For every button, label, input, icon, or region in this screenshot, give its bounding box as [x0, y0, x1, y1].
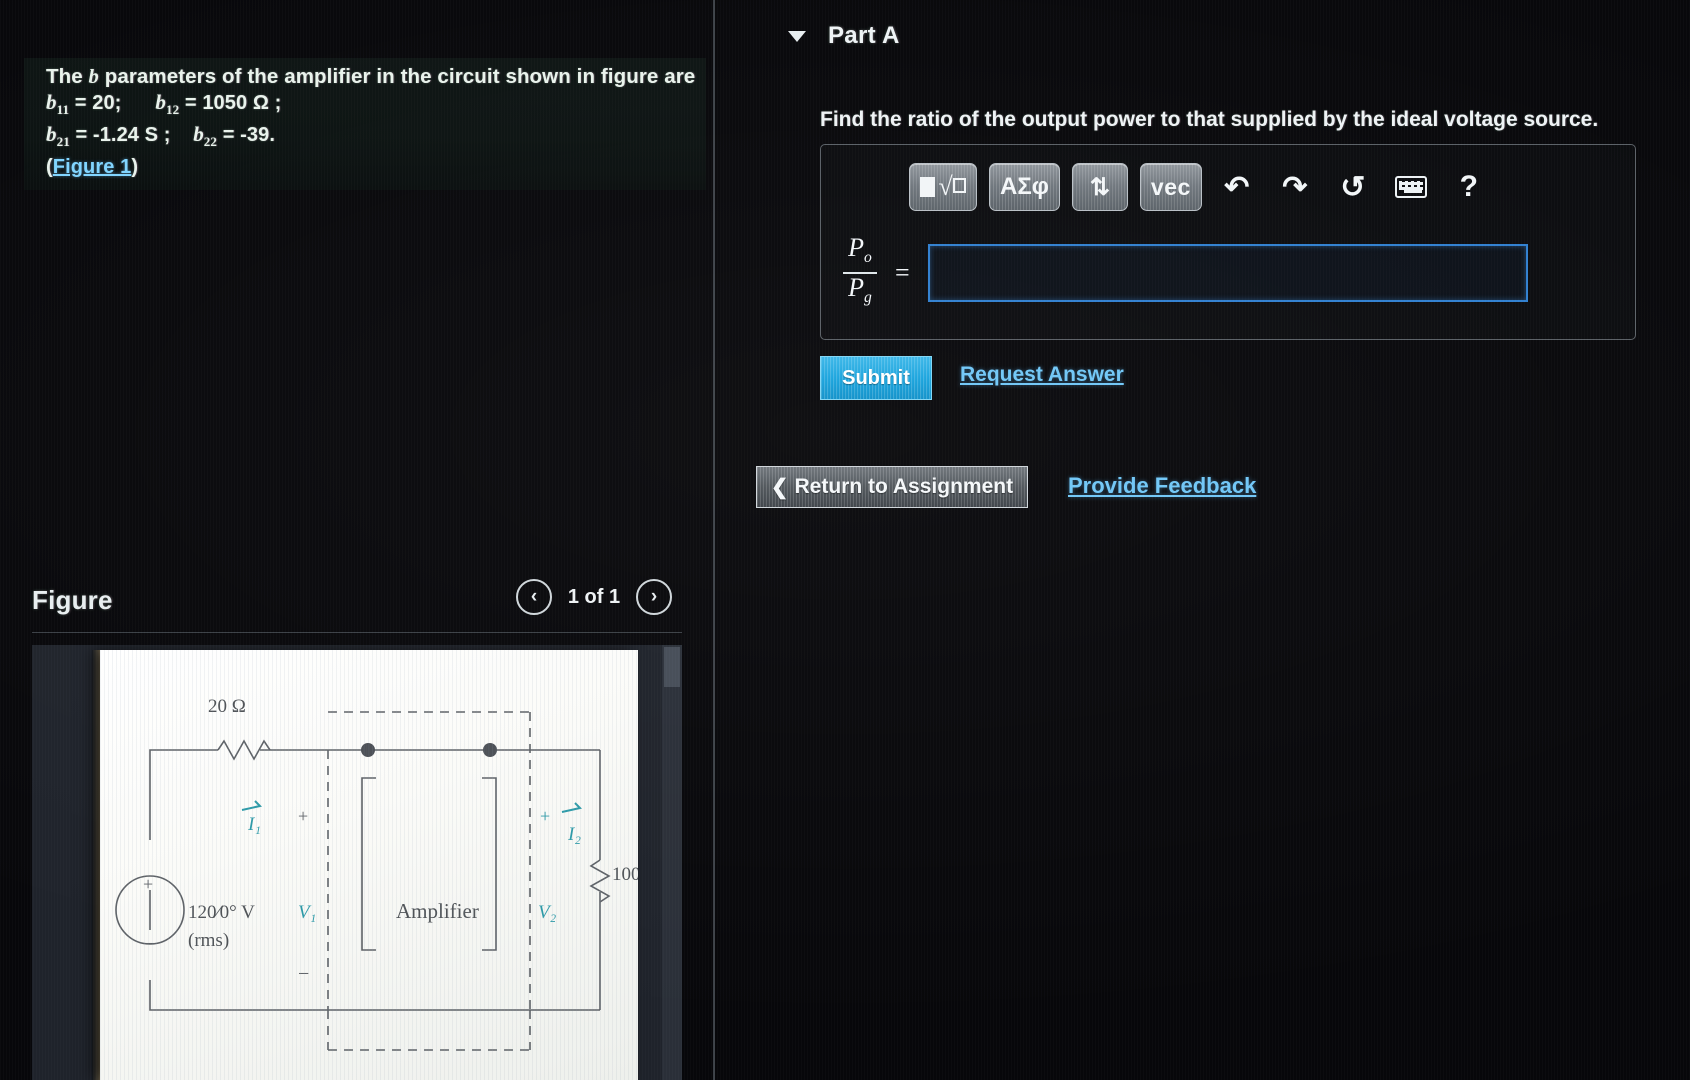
label-20-ohm: 20 Ω [208, 696, 246, 717]
problem-intro-text-a: The [46, 65, 89, 88]
label-source-plus: + [143, 874, 153, 894]
greek-symbols-button[interactable]: ΑΣφ [989, 163, 1060, 211]
label-source-minus: − [144, 933, 155, 955]
reset-icon: ↺ [1340, 170, 1366, 204]
redo-icon: ↷ [1282, 170, 1308, 204]
figure-divider [32, 632, 682, 633]
greek-symbols-label: ΑΣφ [1000, 173, 1049, 200]
question-mark-icon: ? [1459, 170, 1478, 203]
undo-icon: ↶ [1224, 170, 1250, 204]
label-source-voltage: 120⁄0° V [188, 902, 255, 923]
b-symbol: b [88, 66, 99, 88]
chevron-right-icon: › [650, 586, 658, 607]
request-answer-link[interactable]: Request Answer [960, 363, 1124, 387]
figure-1-link[interactable]: Figure 1 [53, 156, 132, 178]
param-b21-value: = -1.24 S ; [75, 124, 171, 147]
answer-row: Po Pg = [843, 233, 1528, 309]
keyboard-button[interactable] [1388, 164, 1434, 210]
label-current-i2: I₂ [567, 824, 581, 845]
denominator: Pg [848, 273, 872, 307]
vector-button[interactable]: vec [1139, 163, 1202, 211]
problem-params-row-2: b21 = -1.24 S ; b22 = -39. [46, 122, 706, 154]
label-voltage-v1: V₁ [298, 902, 316, 923]
paren-close: ) [131, 156, 139, 179]
figure-reference-line: (Figure 1) [46, 154, 706, 180]
answer-input[interactable] [927, 244, 1528, 303]
label-v2-plus: + [540, 806, 550, 826]
figure-counter: 1 of 1 [567, 585, 621, 608]
param-b22: b22 [193, 122, 218, 150]
param-b11-value: = 20; [74, 92, 122, 114]
chevron-left-icon: ‹ [530, 586, 538, 607]
figure-header: Figure ‹ 1 of 1 › [32, 579, 692, 633]
answer-expression-label: Po Pg [843, 233, 877, 309]
numerator: Po [848, 233, 872, 267]
help-button[interactable]: ? [1446, 164, 1492, 210]
arrow-i1 [241, 800, 262, 811]
reset-button[interactable]: ↺ [1330, 164, 1376, 210]
redo-button[interactable]: ↷ [1272, 164, 1318, 210]
figure-navigation: ‹ 1 of 1 › [516, 579, 672, 615]
question-prompt: Find the ratio of the output power to th… [820, 108, 1599, 131]
column-divider [713, 0, 715, 1080]
figure-image: 20 Ω 120⁄0° V (rms) + − I₁ + − V₁ Amplif… [100, 650, 638, 1080]
return-to-assignment-button[interactable]: ❮ Return to Assignment [756, 466, 1028, 508]
math-template-button[interactable]: √ [909, 163, 977, 211]
label-load-100-ohm: 100 Ω [612, 864, 638, 885]
figure-viewport[interactable]: 20 Ω 120⁄0° V (rms) + − I₁ + − V₁ Amplif… [32, 645, 682, 1080]
problem-params-row-1: b11 = 20; b12 = 1050 Ω ; [46, 90, 706, 122]
label-v1-plus: + [298, 806, 308, 826]
updown-arrows-button[interactable]: ⇅ [1071, 163, 1128, 211]
answer-panel: Part A Find the ratio of the output powe… [716, 0, 1690, 1080]
sqrt-template-icon: √ [920, 174, 966, 200]
problem-panel: The b parameters of the amplifier in the… [0, 0, 714, 1080]
equals-sign: = [895, 258, 910, 288]
param-b22-value: = -39. [222, 124, 275, 147]
paren-open: ( [46, 156, 53, 179]
arrow-i2 [561, 802, 582, 813]
param-b21: b21 [46, 122, 70, 150]
provide-feedback-link[interactable]: Provide Feedback [1068, 473, 1256, 499]
part-title: Part A [828, 22, 900, 49]
keyboard-icon [1394, 176, 1427, 198]
label-current-i1: I₁ [247, 814, 261, 835]
scrollbar-thumb[interactable] [664, 647, 680, 687]
figure-prev-button[interactable]: ‹ [516, 579, 552, 615]
return-label: Return to Assignment [794, 475, 1014, 498]
submit-label: Submit [842, 366, 910, 389]
chevron-left-icon: ❮ [770, 475, 789, 499]
param-b11: b11 [46, 90, 70, 118]
part-header[interactable]: Part A [788, 22, 900, 50]
problem-statement: The b parameters of the amplifier in the… [24, 58, 706, 191]
problem-intro-text-b: parameters of the amplifier in the circu… [98, 65, 696, 88]
submit-button[interactable]: Submit [820, 356, 932, 400]
param-b12: b12 [155, 90, 180, 118]
circuit-diagram: 20 Ω 120⁄0° V (rms) + − I₁ + − V₁ Amplif… [115, 696, 638, 1051]
label-source-rms: (rms) [188, 930, 229, 951]
label-v1-minus: − [298, 963, 309, 985]
caret-down-icon[interactable] [788, 30, 806, 42]
figure-scrollbar[interactable]: ▲ [662, 645, 682, 1080]
equation-toolbar: √ ΑΣφ ⇅ vec ↶ ↷ ↺ ? [909, 163, 1492, 211]
label-amplifier: Amplifier [396, 899, 479, 923]
vector-label: vec [1150, 173, 1191, 200]
updown-arrows-icon: ⇅ [1089, 173, 1110, 201]
problem-intro-line: The b parameters of the amplifier in the… [46, 64, 706, 90]
screenshot-root: The b parameters of the amplifier in the… [0, 0, 1690, 1080]
answer-entry-box: √ ΑΣφ ⇅ vec ↶ ↷ ↺ ? Po Pg = [820, 144, 1636, 340]
undo-button[interactable]: ↶ [1214, 164, 1260, 210]
label-voltage-v2: V₂ [538, 902, 557, 923]
figure-next-button[interactable]: › [636, 579, 672, 615]
figure-title: Figure [32, 585, 113, 615]
param-b12-value: = 1050 Ω ; [184, 92, 282, 114]
